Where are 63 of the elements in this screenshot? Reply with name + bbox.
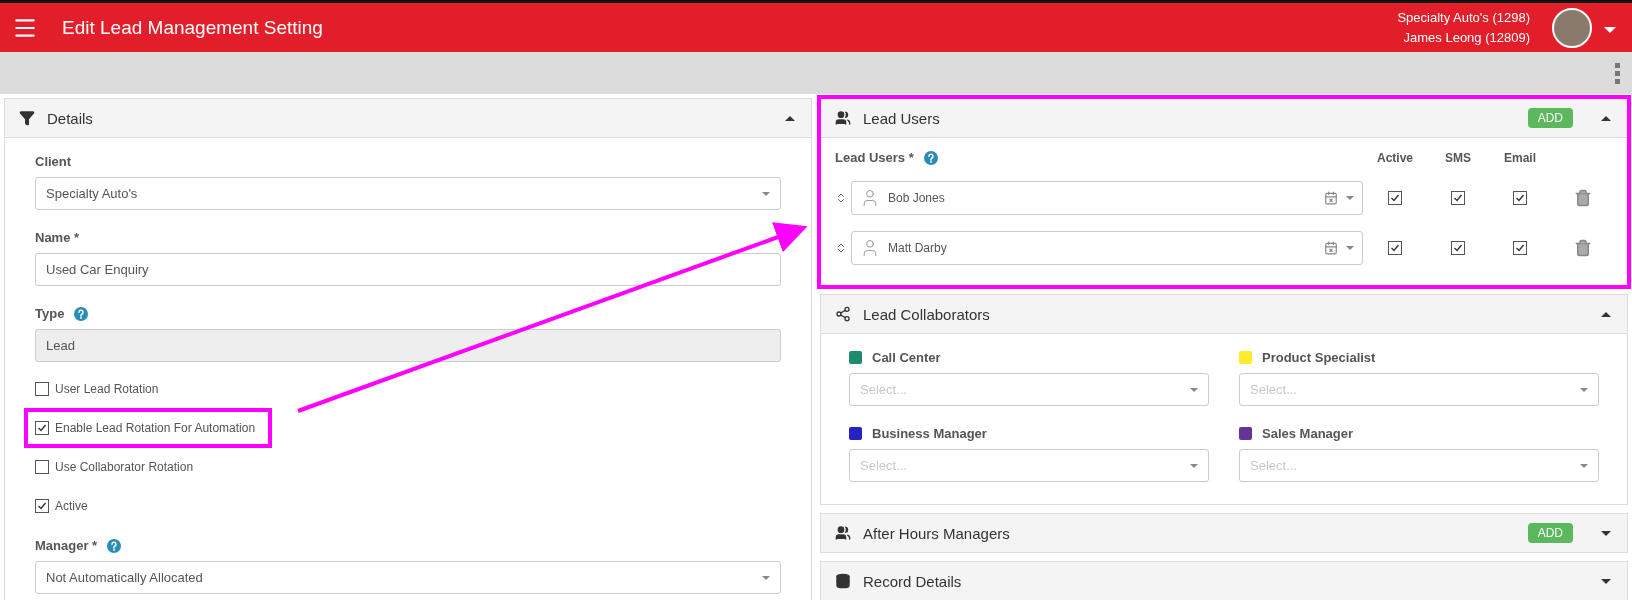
checkbox[interactable] bbox=[1388, 191, 1402, 205]
calendar-icon[interactable] bbox=[1324, 241, 1338, 255]
select-field[interactable]: Matt Darby bbox=[851, 231, 1363, 265]
select-field[interactable]: Specialty Auto's bbox=[35, 177, 781, 210]
panel-title: Details bbox=[47, 109, 94, 127]
users-icon bbox=[835, 110, 851, 126]
checkbox-label: Use Collaborator Rotation bbox=[55, 460, 194, 474]
page-title: Edit Lead Management Setting bbox=[62, 16, 324, 39]
checkbox[interactable] bbox=[1451, 241, 1465, 255]
help-icon[interactable] bbox=[107, 538, 122, 553]
panel-title: Record Details bbox=[863, 572, 963, 590]
client-name: Specialty Auto's (1298) bbox=[1397, 10, 1530, 25]
panel-title: After Hours Managers bbox=[863, 524, 1011, 542]
column-header: Active bbox=[1376, 150, 1414, 165]
checkbox-label: User Lead Rotation bbox=[55, 382, 159, 396]
select-field[interactable]: Not Automatically Allocated bbox=[35, 561, 781, 594]
column-header: Email bbox=[1503, 150, 1537, 165]
field-label: Type bbox=[35, 306, 65, 321]
calendar-icon[interactable] bbox=[1324, 191, 1338, 205]
checkbox[interactable] bbox=[1513, 241, 1527, 255]
sort-handle-icon[interactable] bbox=[835, 242, 847, 254]
field-label: Manager * bbox=[35, 538, 98, 553]
user-name: James Leong (12809) bbox=[1403, 30, 1530, 45]
field-label: Client bbox=[35, 154, 72, 169]
checkbox[interactable] bbox=[1388, 241, 1402, 255]
dropdown-caret-icon bbox=[762, 575, 770, 580]
field-label: Sales Manager bbox=[1262, 426, 1354, 441]
database-icon bbox=[835, 573, 851, 589]
field-label: Product Specialist bbox=[1262, 350, 1376, 365]
trash-icon[interactable] bbox=[1574, 239, 1592, 257]
funnel-icon bbox=[19, 110, 35, 126]
checkbox-label: Active bbox=[55, 499, 88, 513]
dropdown-caret-icon bbox=[762, 191, 770, 196]
checkbox[interactable] bbox=[35, 382, 49, 396]
field-label: Lead Users * bbox=[835, 150, 914, 165]
input-field[interactable]: Used Car Enquiry bbox=[35, 253, 781, 286]
help-icon[interactable] bbox=[923, 150, 938, 165]
panel-title: Lead Collaborators bbox=[863, 305, 991, 323]
checkbox[interactable] bbox=[35, 421, 49, 435]
users-icon bbox=[835, 525, 851, 541]
avatar[interactable] bbox=[1552, 7, 1592, 48]
trash-icon[interactable] bbox=[1574, 189, 1592, 207]
network-icon bbox=[835, 306, 851, 322]
dropdown-caret-icon bbox=[1346, 196, 1354, 200]
panel-title: Lead Users bbox=[863, 109, 941, 127]
checkbox[interactable] bbox=[1451, 191, 1465, 205]
dropdown-caret-icon bbox=[1346, 246, 1354, 250]
field-label: Name * bbox=[35, 230, 80, 245]
dropdown-caret-icon bbox=[1190, 463, 1198, 468]
dropdown-caret-icon bbox=[1580, 463, 1588, 468]
checkbox[interactable] bbox=[35, 499, 49, 513]
checkbox[interactable] bbox=[35, 460, 49, 474]
caret-icon[interactable] bbox=[1604, 26, 1616, 33]
field-label: Business Manager bbox=[872, 426, 987, 441]
sort-handle-icon[interactable] bbox=[835, 192, 847, 204]
checkbox[interactable] bbox=[1513, 191, 1527, 205]
dropdown-caret-icon bbox=[1580, 387, 1588, 392]
dropdown-caret-icon bbox=[1190, 387, 1198, 392]
more-icon[interactable] bbox=[1615, 62, 1620, 84]
select-field[interactable]: Bob Jones bbox=[851, 181, 1363, 215]
column-header: SMS bbox=[1444, 150, 1472, 165]
field-label: Call Center bbox=[872, 350, 941, 365]
checkbox-label: Enable Lead Rotation For Automation bbox=[55, 421, 256, 435]
